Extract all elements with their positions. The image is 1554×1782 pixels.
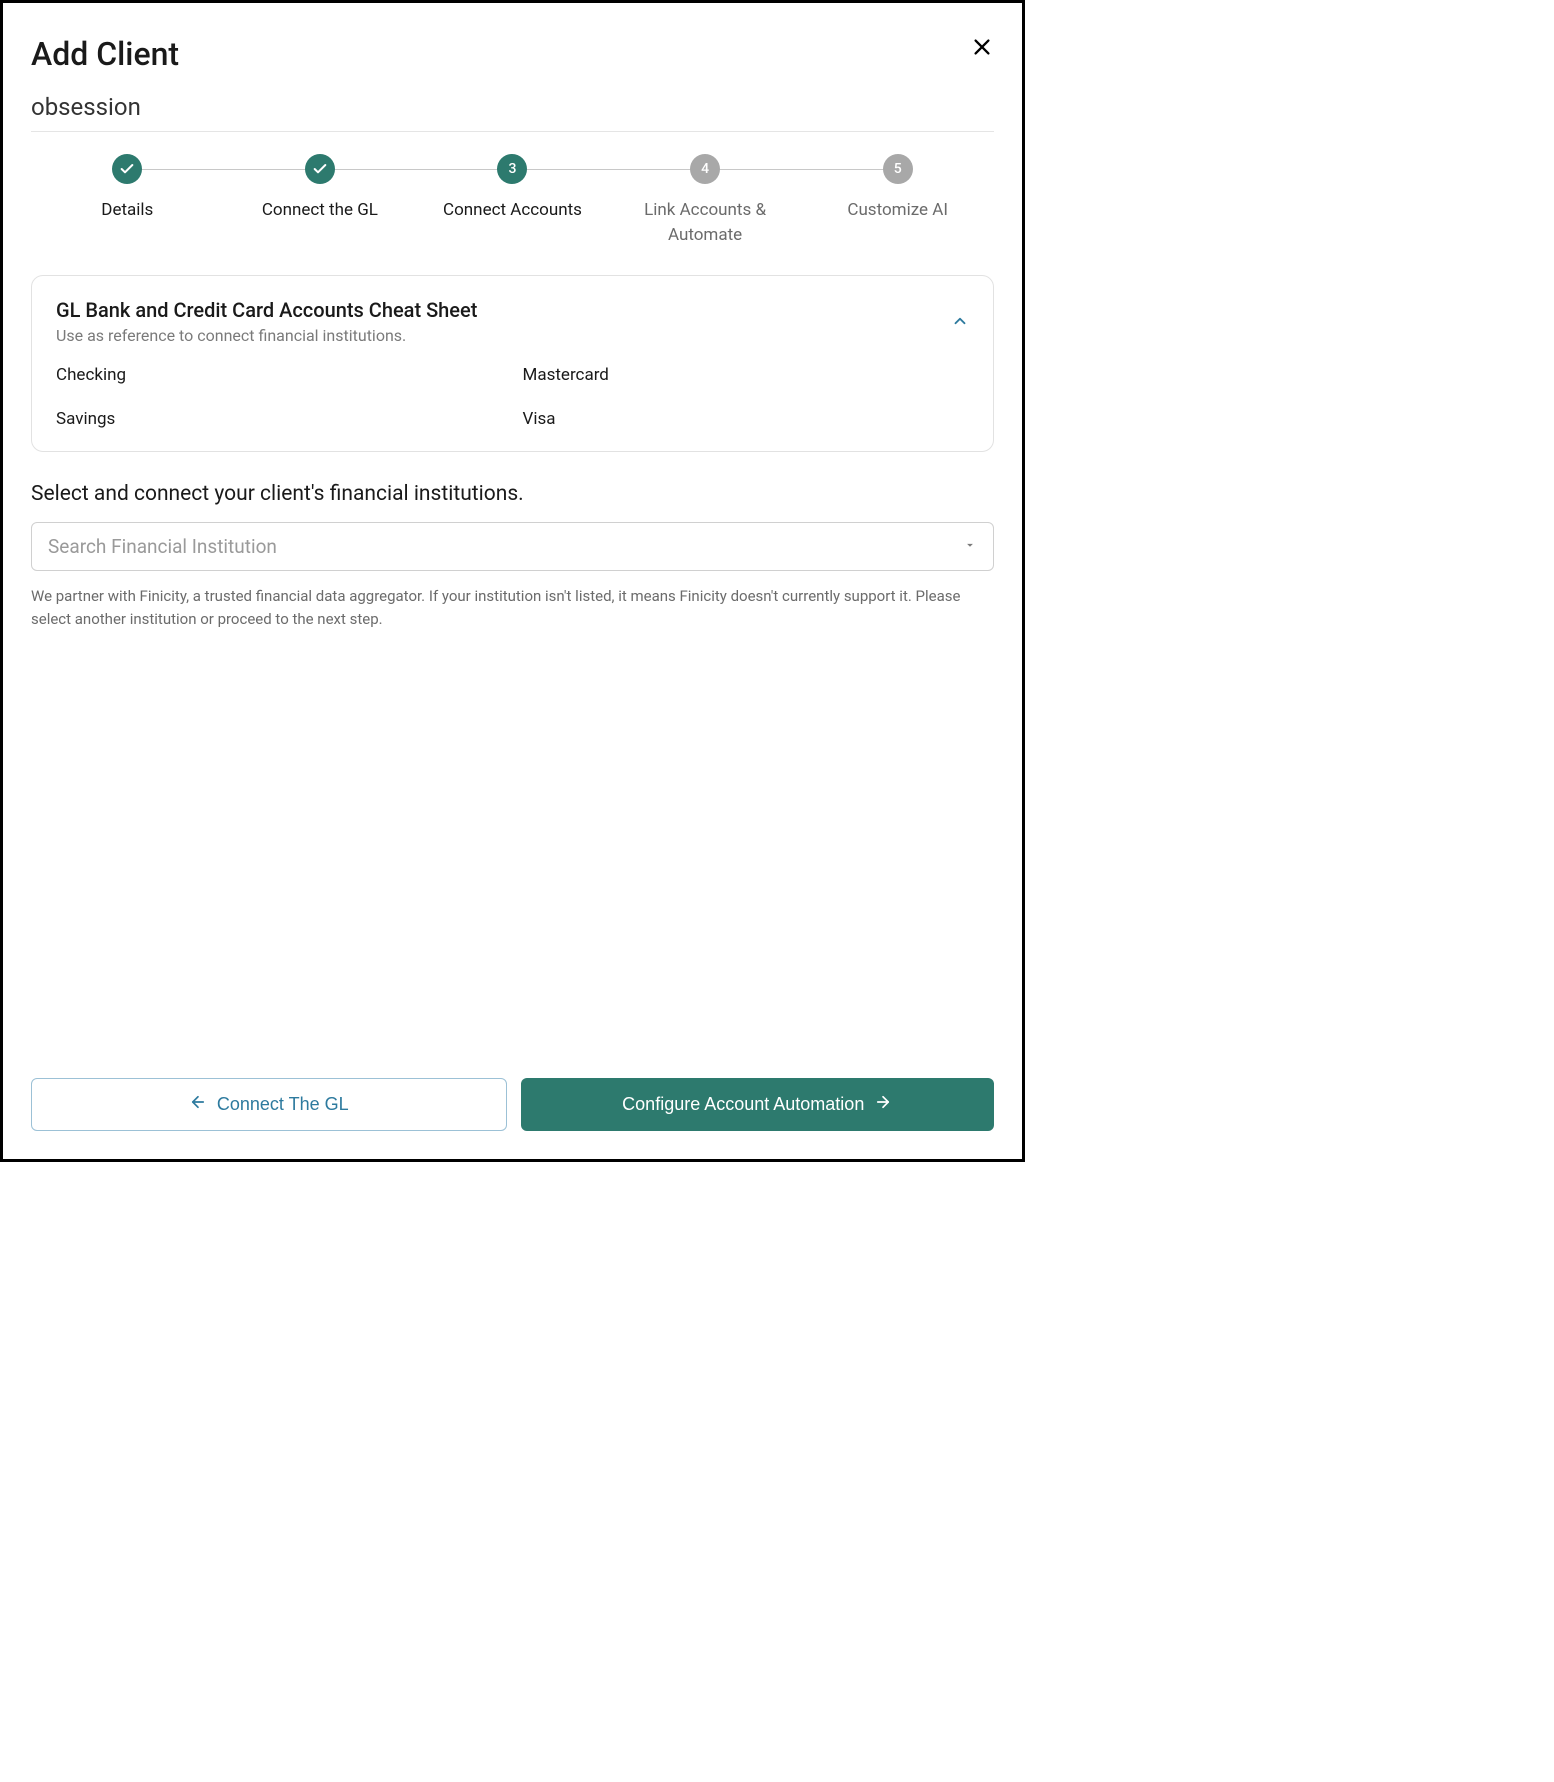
step-circle-done <box>305 154 335 184</box>
step-circle-pending: 4 <box>690 154 720 184</box>
accounts-grid: Checking Mastercard Savings Visa <box>56 365 969 429</box>
cheat-sheet-subtitle: Use as reference to connect financial in… <box>56 326 477 345</box>
step-link-accounts[interactable]: 4 Link Accounts & Automate <box>609 154 802 247</box>
step-label: Details <box>101 198 153 223</box>
stepper: Details Connect the GL 3 Connect Account… <box>31 154 994 247</box>
close-icon[interactable] <box>970 35 994 59</box>
next-button[interactable]: Configure Account Automation <box>521 1078 995 1131</box>
footer: Connect The GL Configure Account Automat… <box>31 1078 994 1131</box>
step-connect-gl[interactable]: Connect the GL <box>224 154 417 223</box>
step-label: Link Accounts & Automate <box>609 198 802 247</box>
next-button-label: Configure Account Automation <box>622 1094 864 1115</box>
step-label: Connect Accounts <box>443 198 582 223</box>
arrow-left-icon <box>189 1093 207 1116</box>
connect-heading: Select and connect your client's financi… <box>31 482 994 506</box>
cheat-sheet-panel: GL Bank and Credit Card Accounts Cheat S… <box>31 275 994 452</box>
modal-header: Add Client <box>31 35 994 73</box>
modal-title: Add Client <box>31 35 179 73</box>
back-button-label: Connect The GL <box>217 1094 349 1115</box>
step-circle-pending: 5 <box>883 154 913 184</box>
chevron-up-icon[interactable] <box>951 298 969 334</box>
account-item: Visa <box>523 409 970 429</box>
step-circle-active: 3 <box>497 154 527 184</box>
step-connect-accounts[interactable]: 3 Connect Accounts <box>416 154 609 223</box>
account-item: Mastercard <box>523 365 970 385</box>
cheat-sheet-header: GL Bank and Credit Card Accounts Cheat S… <box>56 298 969 365</box>
client-name: obsession <box>31 93 994 132</box>
search-institution-select[interactable]: Search Financial Institution <box>31 522 994 571</box>
search-placeholder: Search Financial Institution <box>48 535 277 558</box>
step-label: Customize AI <box>847 198 948 223</box>
helper-text: We partner with Finicity, a trusted fina… <box>31 585 994 630</box>
back-button[interactable]: Connect The GL <box>31 1078 507 1131</box>
add-client-modal: Add Client obsession Details Connect the… <box>0 0 1025 1162</box>
cheat-sheet-title: GL Bank and Credit Card Accounts Cheat S… <box>56 298 477 322</box>
arrow-right-icon <box>874 1093 892 1116</box>
account-item: Savings <box>56 409 503 429</box>
step-customize-ai[interactable]: 5 Customize AI <box>801 154 994 223</box>
account-item: Checking <box>56 365 503 385</box>
step-label: Connect the GL <box>262 198 378 223</box>
step-details[interactable]: Details <box>31 154 224 223</box>
caret-down-icon <box>963 537 977 556</box>
step-circle-done <box>112 154 142 184</box>
